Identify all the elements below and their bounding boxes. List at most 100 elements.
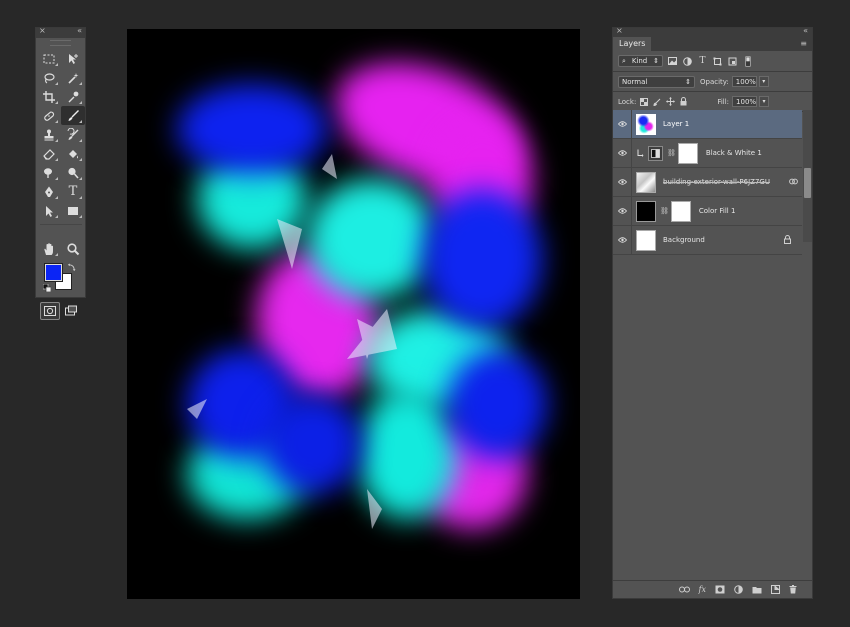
close-icon[interactable]: × <box>39 26 46 35</box>
delete-layer-icon[interactable] <box>789 585 797 594</box>
eyedropper-tool[interactable] <box>61 87 85 106</box>
layer-row-black-white-1[interactable]: ⛓ Black & White 1 <box>613 139 802 168</box>
tools-panel-header: × « <box>36 26 85 38</box>
dodge-icon <box>68 167 79 179</box>
lock-position-icon[interactable] <box>665 97 675 107</box>
filter-kind-value: Kind <box>631 57 648 65</box>
layer-row-color-fill-1[interactable]: ⛓ Color Fill 1 <box>613 197 802 226</box>
fill-slider-button[interactable]: ▾ <box>759 96 770 107</box>
history-brush-tool[interactable] <box>61 125 85 144</box>
adjustment-thumbnail <box>648 145 663 161</box>
magic-wand-icon <box>68 72 79 84</box>
panel-tab-row: Layers ≡ <box>613 37 812 51</box>
lock-all-icon[interactable] <box>678 97 688 107</box>
tools-panel: × « T <box>35 26 86 320</box>
fx-icon[interactable]: fx <box>699 585 706 594</box>
magic-wand-tool[interactable] <box>61 68 85 87</box>
document-canvas[interactable] <box>127 29 580 599</box>
hand-tool[interactable] <box>37 239 61 258</box>
default-colors-icon[interactable] <box>43 284 51 292</box>
visibility-eye-icon[interactable] <box>613 121 631 127</box>
crop-tool[interactable] <box>37 87 61 106</box>
tab-layers[interactable]: Layers <box>613 37 652 51</box>
lock-transparent-pixels-icon[interactable] <box>639 97 649 107</box>
mask-link-icon[interactable]: ⛓ <box>660 207 669 215</box>
eraser-tool[interactable] <box>37 144 61 163</box>
zoom-tool[interactable] <box>61 239 85 258</box>
opacity-input[interactable]: 100% <box>731 76 757 87</box>
collapse-icon[interactable]: « <box>803 26 808 35</box>
layers-panel-header: × « <box>613 26 812 37</box>
swap-colors-icon[interactable] <box>67 263 76 272</box>
visibility-eye-icon[interactable] <box>613 208 631 214</box>
type-tool[interactable]: T <box>61 182 85 201</box>
filter-type-button[interactable]: T <box>697 56 708 67</box>
smudge-tool[interactable] <box>37 163 61 182</box>
filter-row: ⌕ Kind ⇕ T <box>613 51 812 71</box>
link-layers-icon[interactable] <box>678 586 690 593</box>
lock-row: Lock: Fill: 100% ▾ <box>613 92 812 111</box>
close-icon[interactable]: × <box>616 26 623 35</box>
layers-scrollbar[interactable] <box>803 110 812 242</box>
spot-healing-tool[interactable] <box>37 106 61 125</box>
smudge-icon <box>44 167 52 178</box>
fill-input[interactable]: 100% <box>732 96 758 107</box>
scrollbar-thumb[interactable] <box>804 168 811 198</box>
new-layer-icon[interactable] <box>771 585 780 594</box>
layer-name[interactable]: building-exterior-wall-P6JZ7GU <box>663 178 770 186</box>
filter-smart-object-button[interactable] <box>727 56 738 67</box>
move-tool[interactable] <box>61 49 85 68</box>
path-selection-tool[interactable] <box>37 201 61 220</box>
spot-healing-icon <box>44 111 55 121</box>
crop-icon <box>43 90 55 103</box>
type-icon: T <box>68 184 78 199</box>
collapse-icon[interactable]: « <box>77 26 82 35</box>
filter-adjustment-button[interactable] <box>682 56 693 67</box>
layer-row-building-exterior[interactable]: building-exterior-wall-P6JZ7GU <box>613 168 802 197</box>
color-swatches <box>36 262 85 302</box>
filter-shape-button[interactable] <box>712 56 723 67</box>
mask-thumbnail[interactable] <box>677 142 698 164</box>
smart-object-badge-icon <box>789 178 798 185</box>
foreground-color-swatch[interactable] <box>45 264 62 281</box>
lock-image-pixels-icon[interactable] <box>652 97 662 107</box>
filter-kind-dropdown[interactable]: ⌕ Kind ⇕ <box>618 55 663 67</box>
layer-name[interactable]: Color Fill 1 <box>699 207 736 215</box>
quick-mask-button[interactable] <box>39 302 60 320</box>
tool-separator <box>40 220 82 225</box>
visibility-eye-icon[interactable] <box>613 179 631 185</box>
visibility-eye-icon[interactable] <box>613 150 631 156</box>
pen-tool[interactable] <box>37 182 61 201</box>
visibility-eye-icon[interactable] <box>613 237 631 243</box>
layer-name[interactable]: Black & White 1 <box>706 149 762 157</box>
rectangle-tool[interactable] <box>61 201 85 220</box>
pen-icon <box>45 186 53 197</box>
rectangular-marquee-tool[interactable] <box>37 49 61 68</box>
brush-tool[interactable] <box>61 106 85 125</box>
clone-stamp-tool[interactable] <box>37 125 61 144</box>
lasso-tool[interactable] <box>37 68 61 87</box>
layer-name[interactable]: Layer 1 <box>663 120 689 128</box>
brush-icon <box>68 109 79 121</box>
layer-row-background[interactable]: Background <box>613 226 802 255</box>
new-group-icon[interactable] <box>752 586 762 594</box>
black-white-icon <box>651 148 660 158</box>
filter-pixel-button[interactable] <box>667 56 678 67</box>
eraser-icon <box>43 148 55 160</box>
adjustment-layer-icon[interactable] <box>734 585 743 594</box>
layer-name[interactable]: Background <box>663 236 705 244</box>
clone-stamp-icon <box>44 129 54 140</box>
paint-bucket-tool[interactable] <box>61 144 85 163</box>
layer-row-layer-1[interactable]: Layer 1 <box>613 110 802 139</box>
mask-link-icon[interactable]: ⛓ <box>667 149 676 157</box>
screen-mode-button[interactable] <box>61 302 81 320</box>
layers-footer: fx <box>613 580 812 598</box>
filter-toggle-switch[interactable] <box>742 55 753 67</box>
blend-mode-dropdown[interactable]: Normal ⇕ <box>618 75 695 88</box>
mask-thumbnail[interactable] <box>670 200 691 222</box>
history-brush-icon <box>67 127 79 140</box>
dodge-tool[interactable] <box>61 163 85 182</box>
add-mask-icon[interactable] <box>715 585 725 594</box>
panel-menu-icon[interactable]: ≡ <box>800 39 807 48</box>
opacity-slider-button[interactable]: ▾ <box>758 76 769 87</box>
